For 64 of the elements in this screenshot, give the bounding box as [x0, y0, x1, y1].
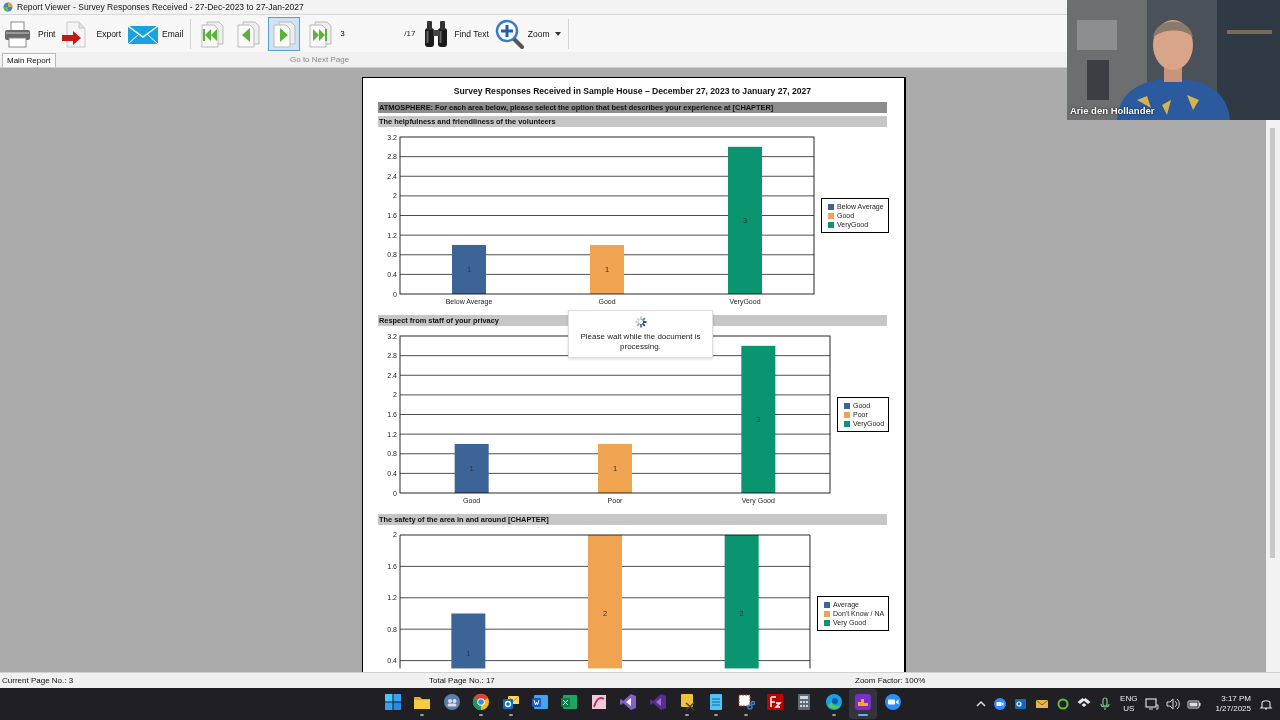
- monitor-icon: [1145, 697, 1160, 711]
- video-app-button[interactable]: [992, 696, 1009, 712]
- microphone-icon: [1098, 697, 1113, 711]
- zoom-icon: [494, 18, 525, 49]
- tooltip-label: Go to Next Page: [290, 55, 350, 64]
- spinner-icon: [634, 316, 647, 328]
- language-button[interactable]: ENG US: [1118, 694, 1140, 714]
- drawing-app-icon: [589, 692, 608, 711]
- mail-app-icon: [1014, 697, 1029, 711]
- window-title: Report Viewer - Survey Responses Received - 27-Dec-2023 to 27-Jan-2027: [17, 2, 304, 12]
- ftp-app-icon: [766, 692, 785, 711]
- bar: [598, 443, 632, 493]
- find-text-button[interactable]: Find Text: [423, 17, 493, 50]
- skip-forward-icon: [306, 18, 335, 49]
- monitor-button[interactable]: [1144, 696, 1161, 712]
- app-icon: [3, 2, 13, 12]
- time-label: 3:17 PM: [1221, 694, 1251, 704]
- notification-icon: [1259, 697, 1273, 711]
- language-label: ENG: [1120, 694, 1138, 704]
- sync-icon: [1056, 697, 1071, 711]
- export-button[interactable]: Export: [61, 17, 126, 50]
- code-editor-icon: [648, 692, 667, 711]
- windows-logo-icon: [384, 692, 402, 711]
- print-button[interactable]: Print: [3, 17, 60, 50]
- arrow-left-icon: [234, 18, 263, 49]
- email-button[interactable]: Email: [127, 17, 188, 50]
- page-field[interactable]: 3: [338, 25, 405, 42]
- caret-icon: [554, 31, 561, 36]
- bar: [454, 443, 489, 493]
- status-text: Zoom Factor: 100%: [855, 676, 926, 685]
- document-app-icon: [530, 692, 549, 711]
- region-label: US: [1123, 704, 1135, 714]
- spreadsheet-app-icon: [560, 692, 579, 711]
- bar: [452, 244, 486, 294]
- clock-button[interactable]: 3:17 PM 1/27/2025: [1207, 694, 1253, 714]
- report-title: Survey Responses Received in Sample House – December 27, 2023 to January 27, 2027: [452, 85, 813, 98]
- snipping-icon: [736, 692, 755, 711]
- zoom-button[interactable]: Zoom: [494, 17, 565, 50]
- binoculars-icon: [423, 18, 450, 49]
- speaker-button[interactable]: [1165, 696, 1182, 712]
- date-label: 1/27/2025: [1215, 704, 1251, 714]
- people-icon: [442, 692, 461, 711]
- scrollbar-thumb[interactable]: [1270, 128, 1275, 558]
- report-tab[interactable]: Main Report: [2, 53, 56, 67]
- loading-message: Please wait while the document is processing.: [579, 332, 702, 352]
- bar: [451, 613, 486, 669]
- status-text: Current Page No.: 3: [1, 676, 75, 685]
- speaker-icon: [1166, 697, 1181, 711]
- browser-icon: [472, 692, 491, 711]
- taskbar-app[interactable]: [849, 689, 878, 719]
- envelope-icon: [1035, 697, 1050, 711]
- page-count: /17: [404, 29, 416, 38]
- code-editor-icon: [619, 692, 638, 711]
- skip-back-icon: [198, 18, 227, 49]
- arrow-right-icon: [270, 18, 299, 49]
- participant-name: Arie den Hollander: [1070, 105, 1155, 116]
- status-text: Total Page No.: 17: [429, 676, 496, 685]
- bar: [590, 244, 624, 294]
- video-app-icon: [993, 697, 1008, 711]
- next-page-button[interactable]: [268, 16, 301, 51]
- browser-icon: [824, 692, 843, 711]
- battery-icon: [1187, 697, 1202, 711]
- video-app-icon: [883, 692, 902, 711]
- chart-app-icon: [854, 692, 873, 711]
